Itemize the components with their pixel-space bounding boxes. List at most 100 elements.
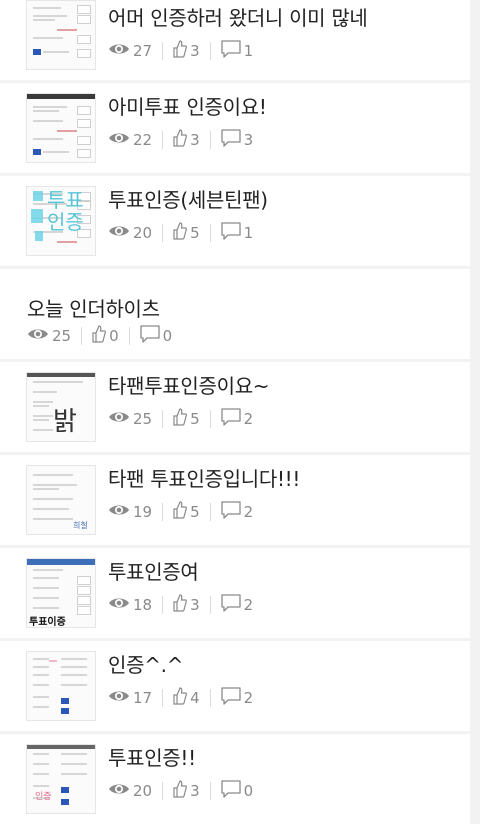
comment-count[interactable]: 0: [139, 325, 172, 347]
view-count: 25: [108, 408, 152, 430]
divider: [209, 42, 211, 60]
view-count-value: 20: [133, 224, 153, 242]
comment-count[interactable]: 2: [220, 594, 254, 616]
divider: [162, 596, 164, 614]
like-count[interactable]: 3: [173, 780, 200, 802]
post-title[interactable]: 인증^.^: [108, 649, 462, 678]
list-item[interactable]: 아미투표 인증이요! 22 3 3: [0, 83, 470, 173]
view-count-value: 25: [52, 327, 72, 345]
divider: [128, 327, 130, 345]
comment-count[interactable]: 2: [220, 501, 254, 523]
divider: [209, 131, 211, 149]
eye-icon: [108, 224, 130, 242]
list-item[interactable]: 오늘 인더하이츠 25 0 0: [0, 269, 470, 359]
post-title[interactable]: 타팬투표인증이요~: [108, 370, 462, 399]
post-title[interactable]: 아미투표 인증이요!: [108, 91, 462, 120]
view-count-value: 22: [133, 131, 153, 149]
comment-icon: [220, 501, 241, 523]
comment-count-value: 2: [243, 689, 254, 707]
thumbs-up-icon: [173, 222, 188, 244]
post-thumbnail[interactable]: 인증: [26, 744, 96, 814]
comment-icon: [220, 780, 241, 802]
list-item[interactable]: 투표이증 투표인증여 18 3 2: [0, 548, 470, 638]
list-item[interactable]: 희철 타팬 투표인증입니다!!! 19 5 2: [0, 455, 470, 545]
divider: [162, 503, 164, 521]
eye-icon: [108, 410, 130, 428]
thumbs-up-icon: [92, 325, 107, 347]
view-count: 18: [108, 594, 152, 616]
comment-count-value: 2: [243, 596, 254, 614]
view-count: 22: [108, 129, 152, 151]
eye-icon: [27, 327, 49, 345]
comment-icon: [220, 40, 241, 62]
like-count[interactable]: 5: [173, 222, 200, 244]
divider: [162, 131, 164, 149]
post-thumbnail[interactable]: 희철: [26, 465, 96, 535]
comment-icon: [220, 222, 241, 244]
thumbs-up-icon: [173, 594, 188, 616]
like-count[interactable]: 3: [173, 594, 200, 616]
post-title[interactable]: 어머 인증하러 왔더니 이미 많네: [108, 2, 462, 31]
post-title[interactable]: 타팬 투표인증입니다!!!: [108, 463, 462, 492]
comment-count-value: 3: [243, 131, 254, 149]
like-count[interactable]: 3: [173, 129, 200, 151]
list-item[interactable]: 인증^.^ 17 4 2: [0, 641, 470, 731]
comment-count[interactable]: 3: [220, 129, 254, 151]
like-count[interactable]: 3: [173, 40, 200, 62]
comment-count-value: 2: [243, 410, 254, 428]
list-item[interactable]: 밝 타팬투표인증이요~ 25 5 2: [0, 362, 470, 452]
post-stats: 19 5 2: [108, 501, 253, 523]
post-title[interactable]: 투표인증여: [108, 556, 462, 585]
post-thumbnail[interactable]: [26, 651, 96, 721]
view-count-value: 19: [133, 503, 153, 521]
comment-count[interactable]: 2: [220, 687, 254, 709]
like-count[interactable]: 4: [173, 687, 200, 709]
eye-icon: [108, 131, 130, 149]
divider: [209, 224, 211, 242]
view-count: 20: [108, 222, 152, 244]
eye-icon: [108, 689, 130, 707]
comment-count-value: 2: [243, 503, 254, 521]
view-count: 27: [108, 40, 152, 62]
like-count-value: 3: [190, 131, 200, 149]
list-item[interactable]: 어머 인증하러 왔더니 이미 많네 27 3 1: [0, 0, 470, 80]
like-count-value: 5: [190, 503, 200, 521]
post-stats: 18 3 2: [108, 594, 253, 616]
comment-count[interactable]: 1: [220, 40, 254, 62]
comment-count-value: 0: [243, 782, 254, 800]
divider: [162, 224, 164, 242]
like-count[interactable]: 0: [92, 325, 119, 347]
post-stats: 25 5 2: [108, 408, 253, 430]
divider: [209, 596, 211, 614]
post-thumbnail[interactable]: [26, 93, 96, 163]
divider: [162, 42, 164, 60]
view-count: 19: [108, 501, 152, 523]
thumbs-up-icon: [173, 408, 188, 430]
post-list: 어머 인증하러 왔더니 이미 많네 27 3 1 아미투표 인증이요! 22 3…: [0, 0, 470, 824]
list-item[interactable]: 인증 투표인증!! 20 3 0: [0, 734, 470, 824]
post-title[interactable]: 오늘 인더하이츠: [27, 293, 462, 322]
divider: [209, 689, 211, 707]
list-item[interactable]: 투표 인증 투표인증(세븐틴팬) 20 5 1: [0, 176, 470, 266]
post-stats: 17 4 2: [108, 687, 253, 709]
comment-icon: [220, 408, 241, 430]
comment-count[interactable]: 0: [220, 780, 254, 802]
post-thumbnail[interactable]: 투표 인증: [26, 186, 96, 256]
post-title[interactable]: 투표인증!!: [108, 742, 462, 771]
comment-icon: [139, 325, 160, 347]
comment-icon: [220, 129, 241, 151]
divider: [81, 327, 83, 345]
post-thumbnail[interactable]: 투표이증: [26, 558, 96, 628]
like-count-value: 3: [190, 42, 200, 60]
comment-count-value: 1: [243, 42, 254, 60]
post-thumbnail[interactable]: [26, 0, 96, 70]
comment-count[interactable]: 2: [220, 408, 254, 430]
like-count[interactable]: 5: [173, 501, 200, 523]
post-stats: 27 3 1: [108, 40, 253, 62]
post-thumbnail[interactable]: 밝: [26, 372, 96, 442]
comment-count[interactable]: 1: [220, 222, 253, 244]
post-title[interactable]: 투표인증(세븐틴팬): [108, 184, 462, 213]
view-count-value: 17: [133, 689, 153, 707]
like-count[interactable]: 5: [173, 408, 200, 430]
thumbs-up-icon: [173, 501, 188, 523]
